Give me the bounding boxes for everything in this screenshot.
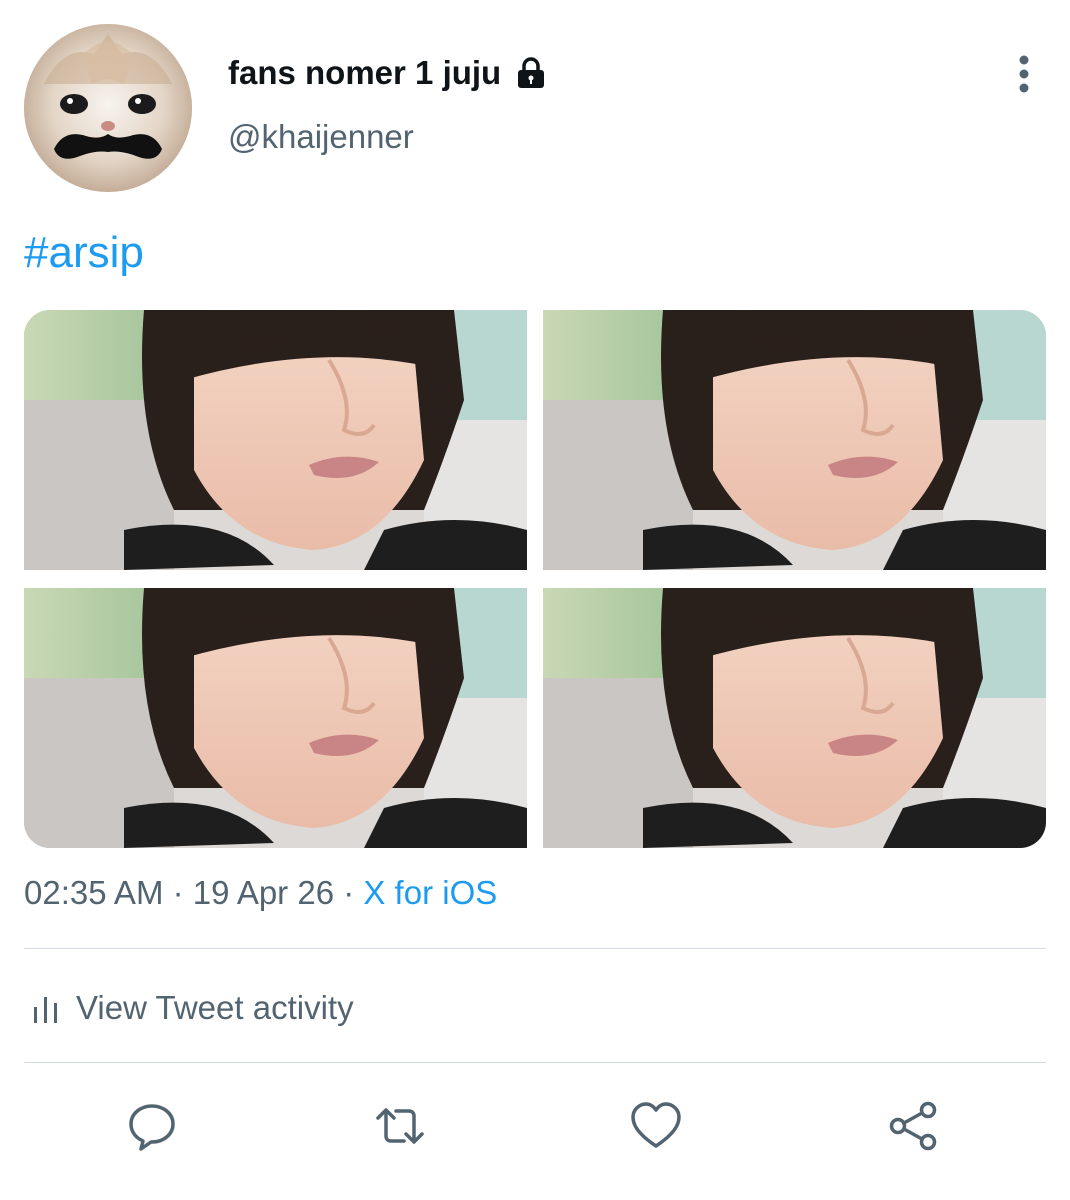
share-icon <box>889 1101 937 1151</box>
meta-separator: · <box>163 874 193 911</box>
heart-icon <box>631 1102 681 1148</box>
view-tweet-activity-button[interactable]: View Tweet activity <box>32 986 354 1030</box>
reply-icon <box>129 1104 175 1151</box>
analytics-bars-icon <box>32 991 60 1025</box>
divider <box>24 1062 1046 1063</box>
avatar[interactable] <box>24 24 192 192</box>
media-photo-3[interactable] <box>24 588 527 848</box>
view-tweet-activity-label: View Tweet activity <box>76 989 354 1026</box>
meta-separator: · <box>334 874 364 911</box>
media-photo-4[interactable] <box>543 588 1046 848</box>
hashtag-link[interactable]: #arsip <box>24 228 144 278</box>
tweet-detail-page: fans nomer 1 juju @khaijenner #arsip 02:… <box>0 0 1070 1200</box>
media-photo-1[interactable] <box>24 310 527 570</box>
share-button[interactable] <box>886 1098 942 1154</box>
lock-icon <box>513 55 549 91</box>
more-options-button[interactable] <box>1004 50 1044 98</box>
tweet-meta: 02:35 AM · 19 Apr 26 · X for iOS <box>24 874 497 912</box>
tweet-date: 19 Apr 26 <box>192 874 335 911</box>
media-photo-2[interactable] <box>543 310 1046 570</box>
more-vertical-icon <box>1019 55 1029 93</box>
divider <box>24 948 1046 949</box>
display-name-row: fans nomer 1 juju <box>228 54 549 92</box>
media-grid <box>24 310 1046 848</box>
tweet-source-link[interactable]: X for iOS <box>363 874 497 911</box>
portrait-photo <box>543 588 1046 848</box>
retweet-icon <box>376 1108 424 1144</box>
tweet-time: 02:35 AM <box>24 874 164 911</box>
reply-button[interactable] <box>124 1098 180 1154</box>
user-handle[interactable]: @khaijenner <box>228 118 414 156</box>
portrait-photo <box>543 310 1046 570</box>
like-button[interactable] <box>628 1098 684 1154</box>
display-name[interactable]: fans nomer 1 juju <box>228 54 501 92</box>
cat-avatar-icon <box>24 24 192 192</box>
portrait-photo <box>24 588 527 848</box>
portrait-photo <box>24 310 527 570</box>
retweet-button[interactable] <box>372 1098 428 1154</box>
